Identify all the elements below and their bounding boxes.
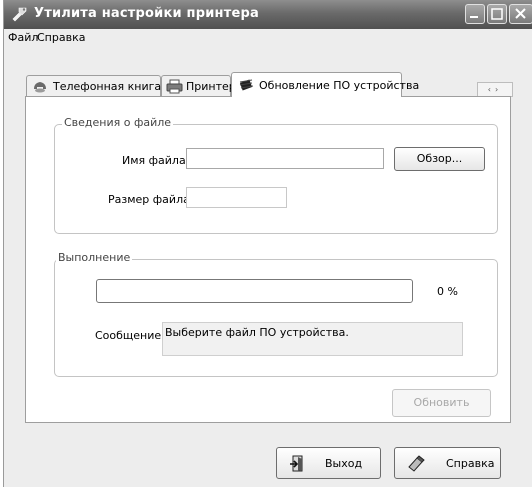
tab-phonebook[interactable]: Телефонная книга [26,75,161,97]
tab-scroll-left-icon[interactable]: ‹ [488,85,495,94]
exit-label: Выход [325,457,363,470]
minimize-icon [470,16,478,18]
firmware-chip-icon [239,79,254,91]
update-button[interactable]: Обновить [392,389,491,417]
help-book-icon [408,455,425,472]
tab-scroll-right-icon[interactable]: › [495,85,502,94]
file-name-label: Имя файла: [122,154,190,167]
help-button[interactable]: Справка [394,447,501,479]
menu-help[interactable]: Справка [37,31,85,44]
progress-title: Выполнение [56,251,133,264]
tab-firmware-update[interactable]: Обновление ПО устройства [231,72,419,97]
menu-bar: Файл Справка [4,29,532,47]
printer-icon [166,79,183,94]
progress-percent: 0 % [437,285,458,298]
file-size-field [186,187,287,208]
progress-group [54,259,498,377]
maximize-icon [491,8,503,20]
message-text: Выберите файл ПО устройства. [165,326,349,339]
maximize-button[interactable] [487,4,507,24]
exit-door-icon [290,455,303,472]
tab-printer-label: Принтер [186,80,236,93]
file-info-group [54,124,498,234]
app-icon [12,7,27,22]
progress-bar [96,279,413,303]
tab-printer[interactable]: Принтер [161,75,236,97]
tab-scroll-buttons[interactable]: ‹› [477,82,513,97]
title-bar[interactable]: Утилита настройки принтера [4,0,532,29]
menu-file[interactable]: Файл [8,31,38,44]
phonebook-icon [34,82,46,93]
tab-firmware-update-label: Обновление ПО устройства [259,79,420,92]
tab-phonebook-label: Телефонная книга [53,80,162,93]
firmware-update-panel: Сведения о файле Имя файла: Обзор... Раз… [25,96,511,423]
help-label: Справка [446,457,495,470]
message-box: Выберите файл ПО устройства. [162,322,463,356]
message-label: Сообщение: [95,329,165,342]
close-icon [515,8,526,19]
minimize-button[interactable] [465,4,485,24]
file-size-label: Размер файла: [108,193,194,206]
browse-button[interactable]: Обзор... [394,147,485,171]
close-button[interactable] [509,4,532,24]
app-window: Утилита настройки принтера Файл Справка … [3,0,532,487]
window-title: Утилита настройки принтера [34,6,259,21]
file-info-title: Сведения о файле [62,116,174,129]
file-name-field[interactable] [186,148,384,169]
exit-button[interactable]: Выход [276,447,381,479]
